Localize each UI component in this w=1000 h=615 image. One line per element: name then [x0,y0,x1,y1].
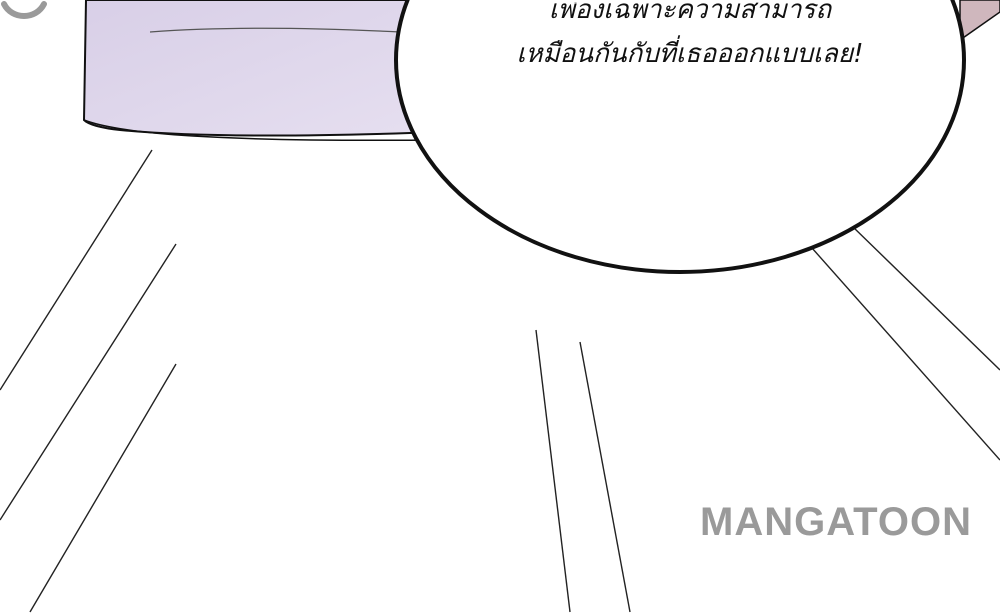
speech-bubble-text: เพื่องเฉพาะความสามารถ เหมือนกันกับที่เธอ… [420,0,960,76]
pink-fabric-edge [959,0,1000,42]
purple-cushion [82,0,441,142]
speech-line-1: เพื่องเฉพาะความสามารถ [548,0,832,25]
watermark-logo-text: MANGATOON [700,500,972,544]
comic-panel: เพื่องเฉพาะความสามารถ เหมือนกันกับที่เธอ… [0,0,1000,615]
smile-icon [1,1,47,19]
speech-line-2: เหมือนกันกับที่เธอออกแบบเลย! [516,39,864,69]
